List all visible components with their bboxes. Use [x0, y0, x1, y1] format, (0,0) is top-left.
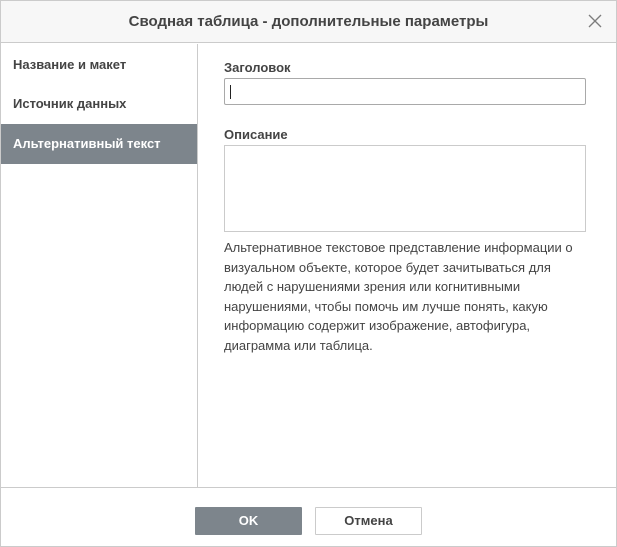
- settings-sidebar: Название и макет Источник данных Альтерн…: [1, 44, 198, 487]
- dialog-footer: OK Отмена: [1, 487, 616, 546]
- title-input[interactable]: [224, 78, 586, 105]
- sidebar-item-data-source[interactable]: Источник данных: [1, 84, 197, 124]
- close-button[interactable]: [586, 12, 604, 30]
- ok-button[interactable]: OK: [195, 507, 302, 535]
- alt-text-hint: Альтернативное текстовое представление и…: [224, 240, 573, 353]
- dialog-titlebar: Сводная таблица - дополнительные парамет…: [1, 1, 616, 43]
- pivot-table-advanced-settings-dialog: Сводная таблица - дополнительные парамет…: [0, 0, 617, 547]
- dialog-title: Сводная таблица - дополнительные парамет…: [128, 13, 489, 30]
- text-caret: [230, 85, 231, 99]
- close-icon: [588, 14, 602, 28]
- cancel-button[interactable]: Отмена: [315, 507, 422, 535]
- sidebar-item-name-and-layout[interactable]: Название и макет: [1, 45, 197, 85]
- sidebar-item-alt-text[interactable]: Альтернативный текст: [1, 124, 197, 164]
- description-field-label: Описание: [224, 127, 288, 142]
- title-field-label: Заголовок: [224, 60, 291, 75]
- description-textarea[interactable]: [224, 145, 586, 232]
